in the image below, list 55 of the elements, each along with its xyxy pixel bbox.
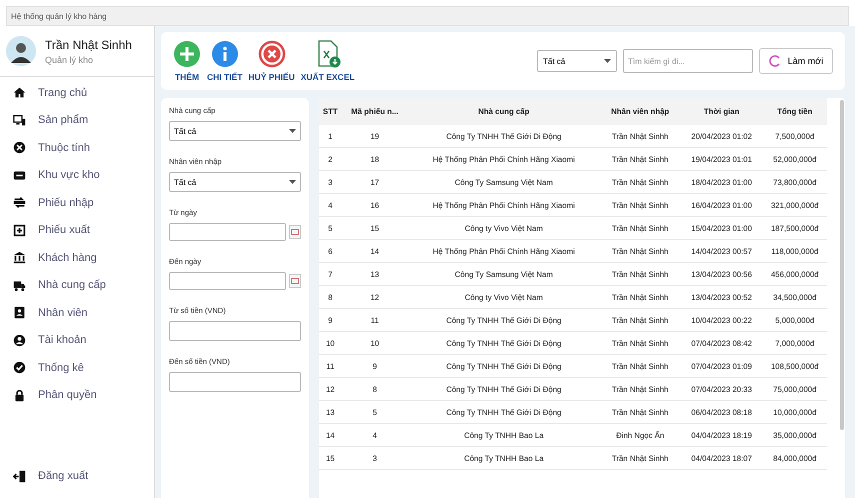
home-icon	[13, 86, 26, 100]
dropdown-caret-icon	[289, 129, 296, 133]
bank-icon	[13, 251, 26, 264]
dropdown-caret-icon	[289, 180, 296, 184]
storage-icon	[13, 168, 26, 182]
dropdown[interactable]: Tất cả	[169, 172, 301, 192]
truck-icon	[13, 278, 26, 292]
calendar-icon	[291, 278, 300, 284]
sidebar-item[interactable]: Phân quyền	[0, 382, 154, 409]
user-name: Trần Nhật Sinhh	[45, 38, 132, 52]
calendar-icon	[291, 229, 300, 235]
sidebar-item[interactable]: Nhà cung cấp	[0, 272, 154, 299]
refresh-button[interactable]: Làm mới	[759, 48, 833, 74]
search-field[interactable]: Tìm kiếm gì đi...	[623, 49, 753, 73]
toolbar-button[interactable]: XUẤT EXCEL	[300, 40, 355, 82]
toolbar-button[interactable]: HUỶ PHIẾU	[248, 40, 295, 82]
sidebar-item[interactable]: Trang chủ	[0, 79, 154, 106]
cross-circle-icon	[13, 141, 26, 154]
avatar-icon	[6, 36, 36, 66]
date-field[interactable]	[169, 272, 286, 290]
dropdown-caret-icon	[604, 59, 611, 63]
check-circle-icon	[13, 361, 26, 374]
sidebar-item[interactable]: Sản phẩm	[0, 106, 154, 134]
sidebar-item[interactable]: Nhân viên	[0, 299, 154, 326]
sidebar-item[interactable]: Phiếu nhập	[0, 189, 154, 216]
swap-icon	[13, 196, 26, 210]
refresh-icon	[768, 55, 781, 67]
sidebar-item[interactable]: Khách hàng	[0, 244, 154, 272]
sidebar-item[interactable]: Tài khoản	[0, 326, 154, 354]
badge-icon	[13, 306, 26, 320]
sidebar-item[interactable]: Khu vực kho	[0, 162, 154, 189]
sidebar-item[interactable]: Phiếu xuất	[0, 216, 154, 244]
user-icon	[13, 334, 26, 347]
square-plus-icon	[13, 224, 26, 237]
user-role: Quản lý kho	[45, 54, 94, 64]
toolbar-button[interactable]: CHI TIẾT	[207, 40, 242, 82]
logout-icon	[13, 470, 26, 483]
info-icon	[210, 40, 239, 68]
calendar-button[interactable]	[289, 225, 301, 239]
filter-dropdown[interactable]: Tất cả	[537, 50, 617, 72]
input-field[interactable]	[169, 321, 301, 341]
input-field[interactable]	[169, 372, 301, 392]
scrollbar[interactable]	[840, 100, 844, 430]
logout-button[interactable]: Đăng xuất	[0, 462, 154, 490]
calendar-button[interactable]	[289, 274, 301, 288]
dropdown[interactable]: Tất cả	[169, 121, 301, 141]
plus-icon	[173, 40, 201, 68]
toolbar-button[interactable]: THÊM	[173, 40, 201, 82]
cancel-icon	[258, 40, 286, 68]
sidebar-item[interactable]: Thuộc tính	[0, 134, 154, 162]
date-field[interactable]	[169, 223, 286, 241]
sidebar-item[interactable]: Thống kê	[0, 354, 154, 382]
lock-icon	[13, 388, 26, 402]
window-title: Hệ thống quản lý kho hàng	[6, 6, 849, 26]
monitor-icon	[13, 114, 26, 127]
